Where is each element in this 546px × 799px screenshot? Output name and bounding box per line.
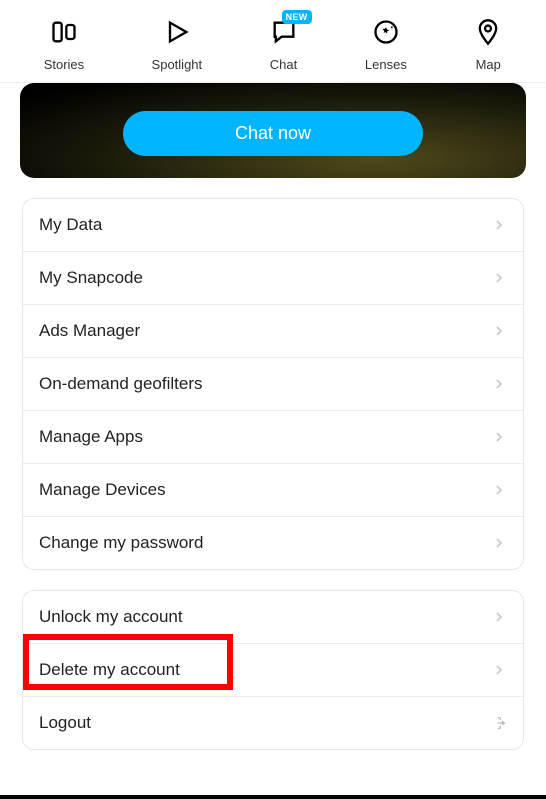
- item-unlock-account[interactable]: Unlock my account: [23, 591, 523, 644]
- nav-label: Stories: [44, 57, 84, 72]
- item-label: Unlock my account: [39, 607, 183, 627]
- item-manage-apps[interactable]: Manage Apps: [23, 411, 523, 464]
- nav-label: Spotlight: [152, 57, 203, 72]
- chevron-right-icon: [491, 662, 507, 678]
- map-icon: [474, 18, 502, 49]
- item-delete-account[interactable]: Delete my account: [23, 644, 523, 697]
- item-label: My Data: [39, 215, 102, 235]
- chevron-right-icon: [491, 482, 507, 498]
- nav-map[interactable]: Map: [474, 18, 502, 72]
- top-nav: Stories Spotlight NEW Chat Lenses Map: [0, 0, 546, 83]
- chevron-right-icon: [491, 217, 507, 233]
- item-manage-devices[interactable]: Manage Devices: [23, 464, 523, 517]
- nav-stories[interactable]: Stories: [44, 18, 84, 72]
- item-label: Logout: [39, 713, 91, 733]
- chevron-right-icon: [491, 376, 507, 392]
- stories-icon: [50, 18, 78, 49]
- chevron-right-icon: [491, 270, 507, 286]
- item-label: Delete my account: [39, 660, 180, 680]
- nav-label: Map: [476, 57, 501, 72]
- item-change-password[interactable]: Change my password: [23, 517, 523, 569]
- item-label: My Snapcode: [39, 268, 143, 288]
- nav-spotlight[interactable]: Spotlight: [152, 18, 203, 72]
- footer-divider: [0, 795, 546, 799]
- item-my-data[interactable]: My Data: [23, 199, 523, 252]
- settings-list-2: Unlock my account Delete my account Logo…: [22, 590, 524, 750]
- item-label: Manage Apps: [39, 427, 143, 447]
- hero-panel: Chat now: [20, 83, 526, 178]
- lenses-icon: [372, 18, 400, 49]
- nav-label: Chat: [270, 57, 297, 72]
- item-label: Manage Devices: [39, 480, 166, 500]
- nav-chat[interactable]: NEW Chat: [270, 18, 298, 72]
- item-label: On-demand geofilters: [39, 374, 202, 394]
- chevron-right-icon: [491, 429, 507, 445]
- spotlight-icon: [163, 18, 191, 49]
- nav-lenses[interactable]: Lenses: [365, 18, 407, 72]
- item-geofilters[interactable]: On-demand geofilters: [23, 358, 523, 411]
- item-label: Ads Manager: [39, 321, 140, 341]
- item-my-snapcode[interactable]: My Snapcode: [23, 252, 523, 305]
- chevron-right-icon: [491, 535, 507, 551]
- item-label: Change my password: [39, 533, 203, 553]
- nav-label: Lenses: [365, 57, 407, 72]
- chat-now-button[interactable]: Chat now: [123, 111, 423, 156]
- chevron-right-icon: [491, 609, 507, 625]
- logout-icon: [491, 715, 507, 731]
- chevron-right-icon: [491, 323, 507, 339]
- new-badge: NEW: [282, 10, 312, 24]
- item-logout[interactable]: Logout: [23, 697, 523, 749]
- chat-icon: NEW: [270, 18, 298, 49]
- settings-list-1: My Data My Snapcode Ads Manager On-deman…: [22, 198, 524, 570]
- item-ads-manager[interactable]: Ads Manager: [23, 305, 523, 358]
